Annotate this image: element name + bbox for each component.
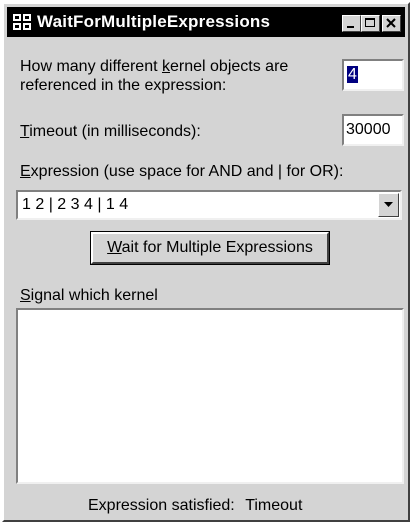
- timeout-accel: T: [20, 123, 30, 140]
- timeout-input[interactable]: 30000: [342, 114, 404, 146]
- kernel-objects-input[interactable]: 4: [342, 59, 404, 91]
- signal-label-text: ignal which kernel: [30, 287, 158, 304]
- expression-combobox[interactable]: 1 2 | 2 3 4 | 1 4: [16, 190, 402, 220]
- expression-accel: E: [20, 163, 31, 180]
- kernel-objects-value: 4: [347, 66, 358, 83]
- timeout-label: Timeout (in milliseconds):: [20, 122, 201, 141]
- kernel-objects-accel: k: [162, 58, 170, 75]
- status-value: Timeout: [245, 497, 303, 514]
- minimize-button[interactable]: [342, 15, 361, 32]
- window-title: WaitForMultipleExpressions: [37, 12, 271, 31]
- signal-listbox[interactable]: [16, 308, 404, 484]
- wait-button-face: Wait for Multiple Expressions: [91, 232, 329, 264]
- expression-label-text: xpression (use space for AND and | for O…: [30, 163, 344, 180]
- close-icon: [386, 18, 396, 28]
- timeout-value: 30000: [346, 121, 391, 138]
- expression-value: 1 2 | 2 3 4 | 1 4: [22, 196, 129, 213]
- kernel-objects-label: How many different kernel objects are re…: [20, 57, 288, 95]
- minimize-icon: [347, 26, 354, 28]
- signal-accel: S: [20, 287, 31, 304]
- app-window: WaitForMultipleExpressions How many diff…: [2, 2, 410, 522]
- status-line: Expression satisfied: Timeout: [88, 496, 302, 515]
- maximize-button[interactable]: [361, 15, 380, 32]
- wait-button-accel: W: [107, 239, 122, 256]
- expression-label: Expression (use space for AND and | for …: [20, 162, 343, 181]
- chevron-down-icon: [384, 202, 393, 207]
- kernel-objects-label-text-2: ernel objects are: [170, 58, 289, 75]
- signal-label: Signal which kernel: [20, 286, 158, 305]
- title-bar[interactable]: WaitForMultipleExpressions: [7, 7, 405, 37]
- combobox-dropdown-button[interactable]: [378, 193, 399, 217]
- app-icon: [13, 14, 31, 30]
- wait-button-label: ait for Multiple Expressions: [121, 239, 313, 256]
- maximize-icon: [365, 18, 375, 27]
- kernel-objects-label-text: How many different: [20, 58, 162, 75]
- wait-for-multiple-expressions-button[interactable]: Wait for Multiple Expressions: [90, 231, 330, 265]
- close-button[interactable]: [382, 15, 401, 32]
- kernel-objects-label-line2: referenced in the expression:: [20, 77, 227, 94]
- status-label: Expression satisfied:: [88, 497, 235, 514]
- timeout-label-text: imeout (in milliseconds):: [29, 123, 201, 140]
